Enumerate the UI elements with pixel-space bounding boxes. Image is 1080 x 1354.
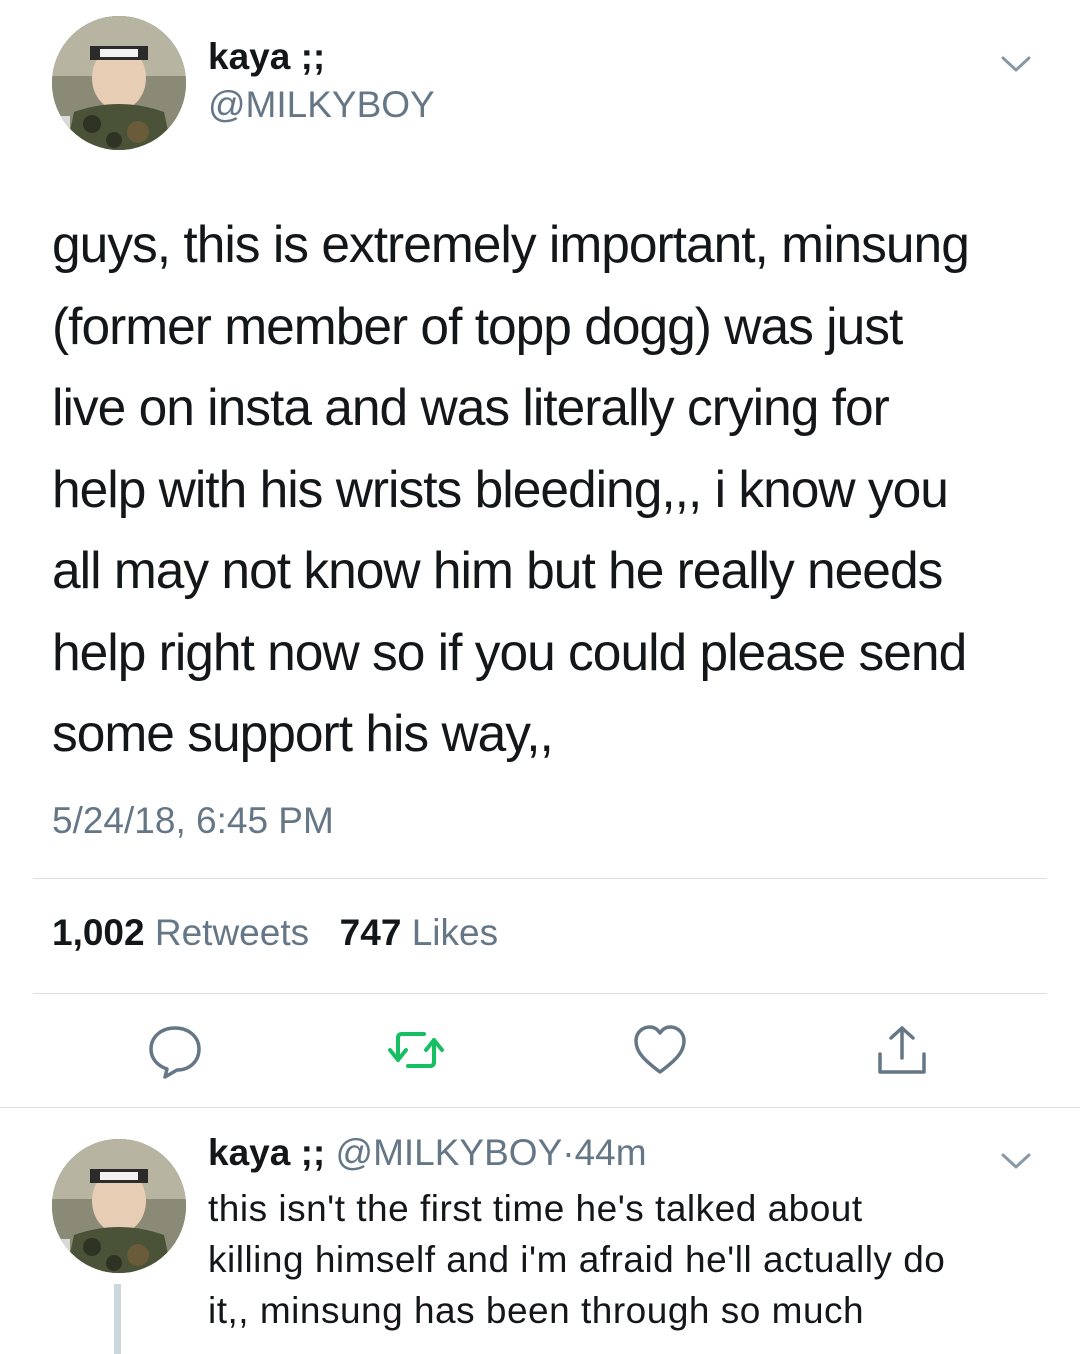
reply-text: this isn't the first time he's talked ab… (208, 1183, 1048, 1336)
author-name[interactable]: kaya ;; (208, 36, 325, 78)
like-heart-icon[interactable] (630, 1020, 690, 1080)
tweet-text-line: some support his way,, (52, 704, 554, 762)
reply-separator: · (562, 1132, 575, 1173)
reply-icon[interactable] (145, 1020, 205, 1080)
thread-line (114, 1284, 121, 1354)
likes-label: Likes (411, 912, 499, 953)
tweet-text-line: (former member of topp dogg) was just (52, 296, 903, 355)
likes-stat[interactable]: 747 Likes (340, 912, 498, 953)
retweets-count: 1,002 (52, 912, 145, 953)
avatar[interactable] (52, 16, 186, 150)
tweet-text-line: live on insta and was literally crying f… (52, 378, 890, 436)
divider (33, 993, 1047, 994)
tweet-stats: 1,002 Retweets 747 Likes (52, 912, 498, 954)
tweet-timestamp: 5/24/18, 6:45 PM (52, 800, 334, 841)
tweet-text-line: help with his wrists bleeding,,, i know … (52, 459, 949, 518)
retweets-stat[interactable]: 1,002 Retweets (52, 912, 319, 953)
tweet-text: guys, this is extremely important, minsu… (52, 204, 1042, 775)
reply-author-name[interactable]: kaya ;; (208, 1132, 325, 1173)
reply-chevron-down-icon[interactable] (1000, 1151, 1032, 1171)
retweets-label: Retweets (154, 912, 310, 953)
retweet-icon[interactable] (386, 1020, 446, 1080)
reply-author-handle[interactable]: @MILKYBOY (336, 1132, 563, 1173)
divider (0, 1107, 1080, 1108)
reply-avatar[interactable] (52, 1139, 186, 1273)
author-handle[interactable]: @MILKYBOY (208, 84, 435, 126)
reply-text-line: it,, minsung has been through so much (208, 1290, 865, 1331)
likes-count: 747 (339, 912, 402, 953)
tweet-text-line: help right now so if you could please se… (52, 622, 967, 681)
share-icon[interactable] (872, 1020, 932, 1080)
chevron-down-icon[interactable] (1000, 54, 1032, 74)
reply-time-ago: 44m (574, 1132, 647, 1173)
tweet-text-line: all may not know him but he really needs (52, 541, 943, 599)
tweet-text-line: guys, this is extremely important, minsu… (52, 215, 970, 273)
divider (33, 878, 1047, 879)
reply-text-line: this isn't the first time he's talked ab… (208, 1188, 863, 1229)
reply-header: kaya ;; @MILKYBOY·44m (208, 1132, 647, 1174)
reply-text-line: killing himself and i'm afraid he'll act… (208, 1239, 946, 1280)
